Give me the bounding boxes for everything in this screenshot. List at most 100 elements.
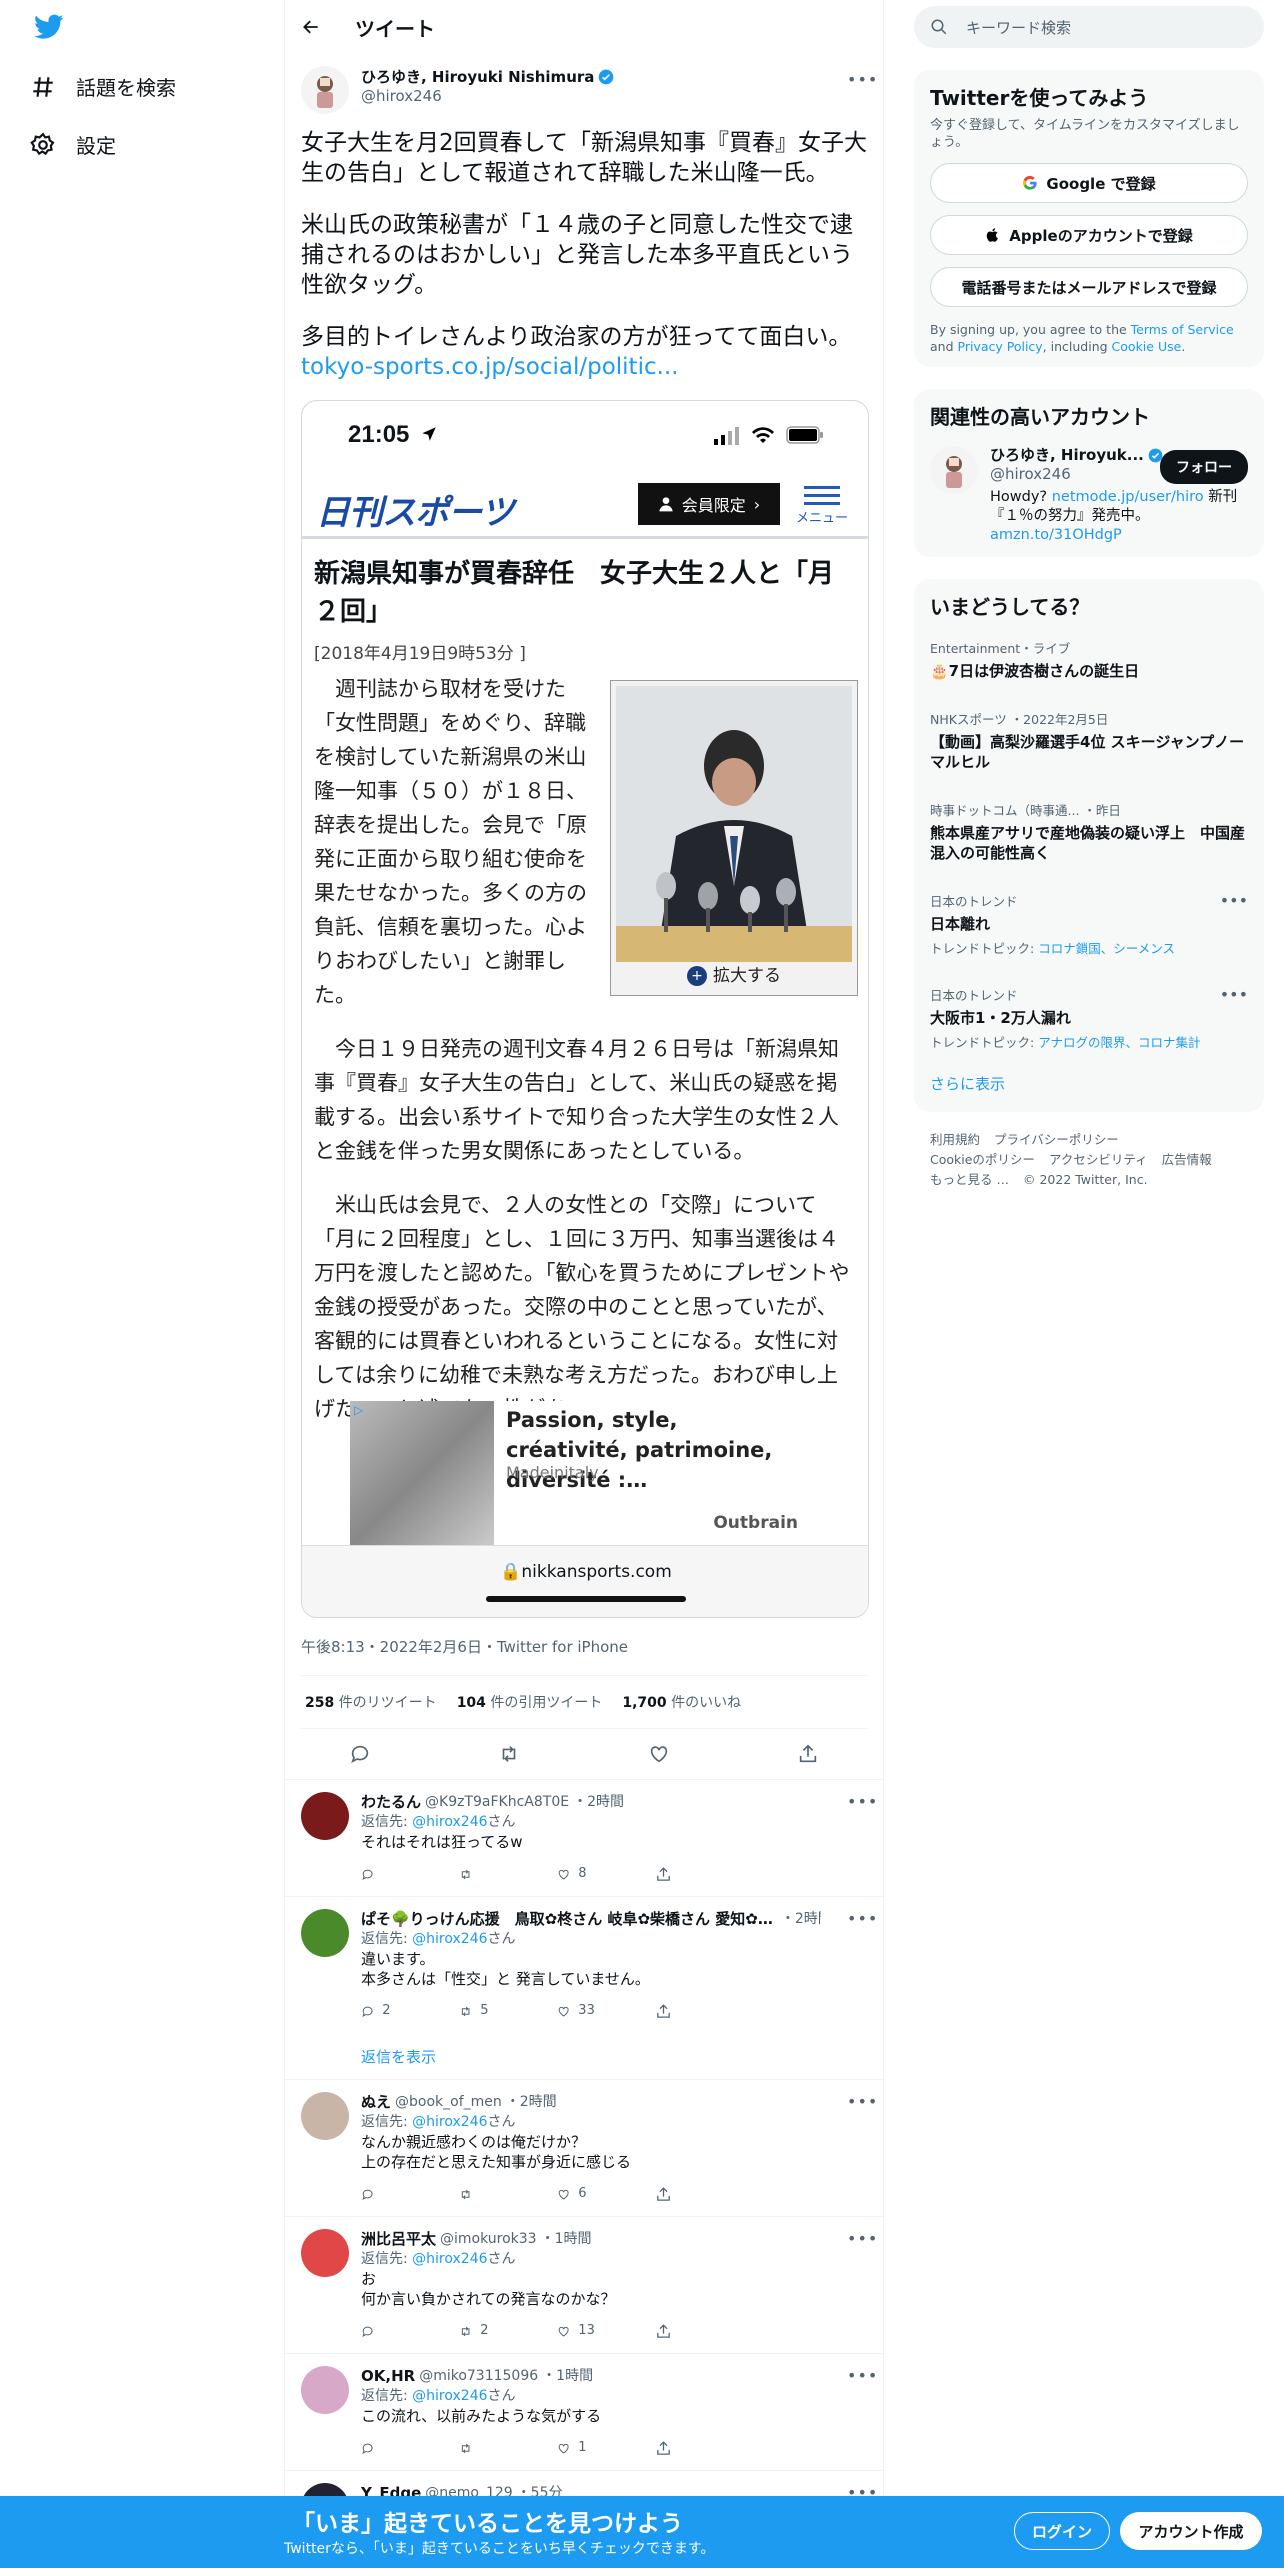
reply-icon[interactable] [361,1864,459,1884]
reply-icon[interactable] [349,1743,371,1765]
like-icon[interactable] [648,1743,670,1765]
share-icon[interactable] [797,1743,819,1765]
trend-item[interactable]: 時事ドットコム（時事通... ・昨日 熊本県産アサリで産地偽装の疑い浮上 中国産… [930,800,1248,863]
more-options-icon[interactable]: ••• [1220,891,1248,910]
more-options-icon[interactable]: ••• [847,70,877,89]
login-button[interactable]: ログイン [1014,2512,1110,2550]
twitter-logo-icon[interactable] [34,14,64,40]
footer-link[interactable]: アクセシビリティ [1049,1150,1148,1170]
trend-item[interactable]: NHKスポーツ ・2022年2月5日 【動画】高梨沙羅選手4位 スキージャンプノ… [930,709,1248,772]
reply-time[interactable]: ・1時間 [542,2366,593,2386]
retweet-icon[interactable] [459,1864,557,1884]
nav-settings[interactable]: 設定 [30,130,116,159]
more-options-icon[interactable]: ••• [847,2366,877,2385]
author-display-name[interactable]: ひろゆき, Hiroyuki Nishimura [361,66,594,87]
reply-handle[interactable]: @miko73115096 [419,2366,538,2386]
nav-explore[interactable]: 話題を検索 [30,72,176,101]
show-more-link[interactable]: さらに表示 [930,1073,1248,1094]
like-count-link[interactable]: 1,700 件のいいね [622,1692,741,1712]
footer-link[interactable]: 広告情報 [1162,1150,1212,1170]
back-arrow-icon[interactable] [301,17,321,37]
reply-tweet[interactable]: 洲比呂平太 @imokurok33 ・1時間 返信先: @hirox246さん … [285,2217,883,2354]
like-icon[interactable]: 8 [557,1864,655,1884]
reply-time[interactable]: ・1時間 [541,2229,592,2249]
like-icon[interactable]: 13 [557,2321,655,2341]
share-icon[interactable] [655,2438,753,2458]
avatar[interactable] [301,2229,349,2277]
retweet-count-link[interactable]: 258 件のリツイート [305,1692,437,1712]
share-icon[interactable] [655,1864,753,1884]
reply-display-name[interactable]: OK,HR [361,2366,415,2386]
bio-link[interactable]: amzn.to/31OHdgP [990,527,1122,543]
related-name[interactable]: ひろゆき, Hiroyuk... [990,446,1144,465]
footer-link[interactable]: もっと見る … [930,1170,1009,1190]
footer-link[interactable]: © 2022 Twitter, Inc. [1023,1170,1148,1190]
reply-time[interactable]: ・2時間 [781,1909,821,1929]
trend-item[interactable]: Entertainment・ライブ 🎂7日は伊波杏樹さんの誕生日 [930,638,1248,681]
retweet-icon[interactable] [459,2184,557,2204]
reply-tweet[interactable]: OK,HR @miko73115096 ・1時間 返信先: @hirox246さ… [285,2354,883,2471]
show-replies-link[interactable]: 返信を表示 [361,2047,867,2067]
retweet-icon[interactable]: 5 [459,2001,557,2021]
footer-link[interactable]: プライバシーポリシー [994,1130,1119,1150]
reply-handle[interactable]: @imokurok33 [440,2229,537,2249]
share-icon[interactable] [655,2184,753,2204]
search-input[interactable]: キーワード検索 [914,6,1264,48]
trend-item[interactable]: 日本のトレンド 日本離れ トレンドトピック: コロナ鎖国、シーメンス ••• [930,891,1248,957]
author-handle[interactable]: @hirox246 [361,87,614,105]
follow-button[interactable]: フォロー [1160,450,1248,484]
reply-tweet[interactable]: ぱそ🌳りっけん応援 鳥取✿柊さん 岐阜✿柴橋さん 愛知✿… ・2時間 返信先: … [285,1897,883,2080]
reply-to-link[interactable]: @hirox246 [412,2251,487,2267]
more-options-icon[interactable]: ••• [1220,985,1248,1004]
bio-link[interactable]: netmode.jp/user/hiro [1052,489,1204,505]
tweet-media-image[interactable]: 21:05 日刊スポーツ 会員限定 › メニュー 新潟県知事が買春辞任 女子大生２… [301,400,869,1618]
retweet-icon[interactable]: 2 [459,2321,557,2341]
avatar[interactable] [301,66,349,114]
phone-email-signup-button[interactable]: 電話番号またはメールアドレスで登録 [930,267,1248,307]
reply-display-name[interactable]: わたるん [361,1792,421,1812]
retweet-icon[interactable] [498,1743,520,1765]
reply-to-link[interactable]: @hirox246 [412,1814,487,1830]
footer-link[interactable]: Cookieのポリシー [930,1150,1035,1170]
more-options-icon[interactable]: ••• [847,2092,877,2111]
like-icon[interactable]: 33 [557,2001,655,2021]
related-account[interactable]: ひろゆき, Hiroyuk... @hirox246 Howdy? netmod… [930,446,1248,545]
reply-icon[interactable] [361,2184,459,2204]
apple-signup-button[interactable]: Appleのアカウントで登録 [930,215,1248,255]
reply-tweet[interactable]: ぬえ @book_of_men ・2時間 返信先: @hirox246さん なん… [285,2080,883,2217]
reply-display-name[interactable]: ぬえ [361,2092,391,2112]
reply-to-link[interactable]: @hirox246 [412,2388,487,2404]
google-signup-button[interactable]: Google で登録 [930,163,1248,203]
signup-button[interactable]: アカウント作成 [1120,2512,1262,2550]
reply-icon[interactable] [361,2438,459,2458]
reply-display-name[interactable]: ぱそ🌳りっけん応援 鳥取✿柊さん 岐阜✿柴橋さん 愛知✿… [361,1909,773,1929]
tweet-timestamp[interactable]: 午後8:13・2022年2月6日・Twitter for iPhone [301,1618,867,1676]
cookie-link[interactable]: Cookie Use [1112,339,1182,354]
avatar[interactable] [301,2366,349,2414]
more-options-icon[interactable]: ••• [847,1909,877,1928]
avatar[interactable] [301,1792,349,1840]
reply-icon[interactable] [361,2321,459,2341]
reply-handle[interactable]: @K9zT9aFKhcA8T0E [425,1792,569,1812]
like-icon[interactable]: 1 [557,2438,655,2458]
like-icon[interactable]: 6 [557,2184,655,2204]
retweet-icon[interactable] [459,2438,557,2458]
reply-time[interactable]: ・2時間 [573,1792,624,1812]
privacy-link[interactable]: Privacy Policy [958,339,1043,354]
reply-handle[interactable]: @book_of_men [395,2092,502,2112]
avatar[interactable] [301,1909,349,1957]
avatar[interactable] [930,446,978,494]
reply-to-link[interactable]: @hirox246 [412,2114,487,2130]
reply-time[interactable]: ・2時間 [506,2092,557,2112]
trend-item[interactable]: 日本のトレンド 大阪市1・2万人漏れ トレンドトピック: アナログの限界、コロナ… [930,985,1248,1051]
more-options-icon[interactable]: ••• [847,1792,877,1811]
footer-link[interactable]: 利用規約 [930,1130,980,1150]
avatar[interactable] [301,2092,349,2140]
terms-link[interactable]: Terms of Service [1131,322,1234,337]
share-icon[interactable] [655,2321,753,2341]
reply-tweet[interactable]: わたるん @K9zT9aFKhcA8T0E ・2時間 返信先: @hirox24… [285,1780,883,1897]
reply-to-link[interactable]: @hirox246 [412,1931,487,1947]
share-icon[interactable] [655,2001,753,2021]
reply-icon[interactable]: 2 [361,2001,459,2021]
reply-display-name[interactable]: 洲比呂平太 [361,2229,436,2249]
